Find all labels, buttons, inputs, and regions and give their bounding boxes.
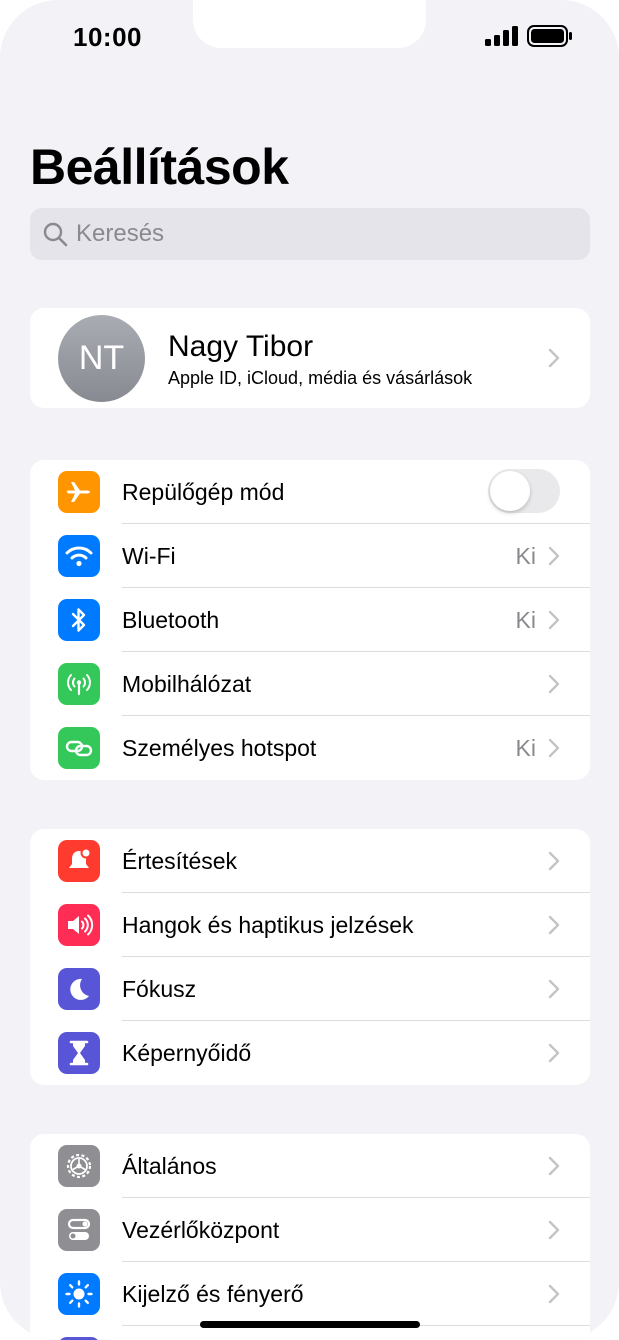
sounds-haptics-row[interactable]: Hangok és haptikus jelzések [30,893,590,957]
display-brightness-row[interactable]: Kijelző és fényerő [30,1262,590,1326]
chevron-right-icon [548,1220,560,1240]
bluetooth-row[interactable]: Bluetooth Ki [30,588,590,652]
airplane-icon [58,471,100,513]
notifications-group: Értesítések Hangok és haptikus jelzések … [30,829,590,1085]
display-brightness-label: Kijelző és fényerő [122,1280,304,1307]
chevron-right-icon [548,979,560,999]
airplane-mode-label: Repülőgép mód [122,478,285,505]
chevron-right-icon [548,674,560,694]
bluetooth-label: Bluetooth [122,606,220,633]
speaker-icon [58,904,100,946]
moon-icon [58,968,100,1010]
notifications-label: Értesítések [122,847,238,874]
chevron-right-icon [548,348,560,368]
chevron-right-icon [548,610,560,630]
general-group: Általános Vezérlőközpont Kijelző és fény… [30,1134,590,1340]
general-row[interactable]: Általános [30,1134,590,1198]
personal-hotspot-value: Ki [515,734,536,761]
personal-hotspot-row[interactable]: Személyes hotspot Ki [30,716,590,780]
home-indicator[interactable] [200,1321,420,1328]
chevron-right-icon [548,851,560,871]
screen-time-label: Képernyőidő [122,1039,252,1066]
status-time: 10:00 [73,22,142,52]
focus-label: Fókusz [122,975,197,1002]
chevron-right-icon [548,1043,560,1063]
cellular-label: Mobilhálózat [122,670,252,697]
screen-time-row[interactable]: Képernyőidő [30,1021,590,1085]
notifications-row[interactable]: Értesítések [30,829,590,893]
battery-icon [527,25,572,47]
profile-name: Nagy Tibor [168,330,314,363]
chevron-right-icon [548,546,560,566]
page-title: Beállítások [30,139,289,195]
sun-icon [58,1273,100,1315]
chevron-right-icon [548,1284,560,1304]
search-bar[interactable] [30,208,590,260]
search-icon [43,222,68,247]
focus-row[interactable]: Fókusz [30,957,590,1021]
avatar: NT [58,315,145,402]
antenna-icon [58,663,100,705]
hotspot-icon [58,727,100,769]
airplane-mode-row[interactable]: Repülőgép mód [30,460,590,524]
search-input[interactable] [74,219,558,249]
wifi-icon [58,535,100,577]
phone-screen: 10:00 Beállítások NT Nagy Tibor Apple ID… [0,0,619,1340]
general-label: Általános [122,1152,217,1179]
notch [193,0,426,48]
gear-icon [58,1145,100,1187]
next-row-partial[interactable] [30,1326,590,1340]
control-center-label: Vezérlőközpont [122,1216,280,1243]
bluetooth-value: Ki [515,606,536,633]
bell-icon [58,840,100,882]
airplane-mode-toggle[interactable] [488,469,560,513]
control-center-row[interactable]: Vezérlőközpont [30,1198,590,1262]
wifi-row[interactable]: Wi-Fi Ki [30,524,590,588]
sounds-haptics-label: Hangok és haptikus jelzések [122,911,414,938]
cellular-signal-icon [485,26,518,46]
switches-icon [58,1209,100,1251]
status-icons [485,25,573,47]
hourglass-icon [58,1032,100,1074]
wifi-label: Wi-Fi [122,542,176,569]
bluetooth-icon [58,599,100,641]
toggle-knob [490,471,530,511]
chevron-right-icon [548,915,560,935]
profile-subtitle: Apple ID, iCloud, média és vásárlások [168,368,473,388]
connectivity-group: Repülőgép mód Wi-Fi Ki Bluetooth Ki Mobi… [30,460,590,780]
cellular-row[interactable]: Mobilhálózat [30,652,590,716]
chevron-right-icon [548,1156,560,1176]
apple-id-profile-row[interactable]: NT Nagy Tibor Apple ID, iCloud, média és… [30,308,590,408]
chevron-right-icon [548,738,560,758]
personal-hotspot-label: Személyes hotspot [122,734,317,761]
wifi-value: Ki [515,542,536,569]
